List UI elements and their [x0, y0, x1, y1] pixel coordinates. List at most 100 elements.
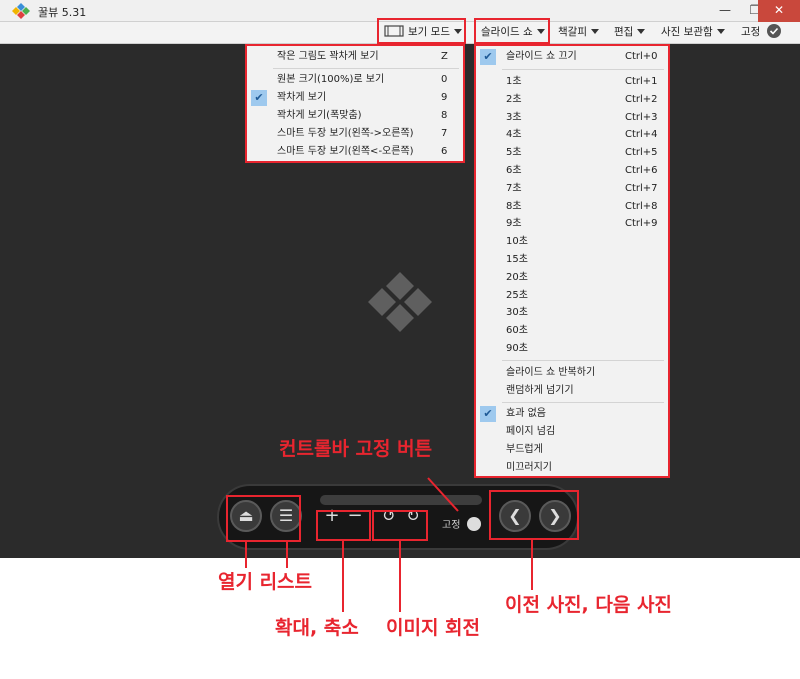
- slideshow-effect-item-label: 미끄러지기: [506, 462, 552, 473]
- slideshow-interval-item-label: 1초: [506, 76, 522, 87]
- slideshow-interval-item[interactable]: 10초: [476, 233, 668, 251]
- open-list-highlight: [226, 495, 301, 542]
- view-mode-dropdown: 작은 그림도 꽉차게 보기 Z 원본 크기(100%)로 보기 0 ✔ 꽉차게 보기 9 꽉차…: [245, 44, 465, 163]
- annotation-prev-next: 이전 사진, 다음 사진: [505, 594, 672, 616]
- zoom-highlight: [316, 510, 371, 541]
- slideshow-interval-item[interactable]: 8초 Ctrl+8: [476, 198, 668, 216]
- checkmark-icon: ✔: [480, 406, 496, 422]
- slideshow-interval-item-shortcut: Ctrl+8: [625, 200, 658, 212]
- slideshow-interval-item-shortcut: Ctrl+7: [625, 182, 658, 194]
- slideshow-interval-item[interactable]: 90초: [476, 340, 668, 358]
- slideshow-interval-item[interactable]: 30초: [476, 304, 668, 322]
- slideshow-interval-item-label: 60초: [506, 325, 528, 337]
- annotation-pin-button: 컨트롤바 고정 버튼: [279, 438, 433, 460]
- slideshow-interval-item-label: 8초: [506, 200, 522, 212]
- annotation-open-list: 열기 리스트: [218, 571, 313, 593]
- pin-toggle[interactable]: [467, 517, 481, 531]
- slideshow-effect-item[interactable]: 페이지 넘김: [476, 423, 668, 441]
- view-mode-item-label: 꽉차게 보기: [277, 92, 327, 103]
- slideshow-interval-item[interactable]: 4초 Ctrl+4: [476, 126, 668, 144]
- view-mode-item[interactable]: 작은 그림도 꽉차게 보기 Z: [247, 48, 463, 66]
- view-mode-item[interactable]: 스마트 두장 보기(왼쪽<-오른쪽) 6: [247, 143, 463, 161]
- view-mode-item-shortcut: 8: [441, 110, 448, 121]
- app-watermark-logo: [368, 272, 432, 332]
- slideshow-repeat-item[interactable]: 슬라이드 쇼 반복하기: [476, 364, 668, 382]
- view-mode-item-shortcut: 7: [441, 128, 448, 139]
- slideshow-interval-item[interactable]: 6초 Ctrl+6: [476, 162, 668, 180]
- menu-edit-label: 편집: [614, 26, 634, 38]
- view-mode-item-shortcut: 9: [441, 92, 448, 103]
- view-mode-item[interactable]: 꽉차게 보기(폭맞춤) 8: [247, 107, 463, 125]
- menu-photo-storage-label: 사진 보관함: [661, 26, 713, 38]
- slideshow-interval-item[interactable]: 5초 Ctrl+5: [476, 144, 668, 162]
- progress-slider[interactable]: [320, 495, 482, 505]
- slideshow-interval-item-label: 15초: [506, 254, 528, 265]
- view-mode-highlight: [377, 18, 466, 44]
- slideshow-random-item-label: 랜덤하게 넘기기: [506, 385, 574, 396]
- slideshow-interval-item[interactable]: 9초 Ctrl+9: [476, 215, 668, 233]
- menu-separator: [502, 69, 664, 70]
- slideshow-interval-item[interactable]: 7초 Ctrl+7: [476, 180, 668, 198]
- slideshow-interval-item-shortcut: Ctrl+1: [625, 76, 658, 87]
- slideshow-interval-item[interactable]: 25초: [476, 287, 668, 305]
- pin-label: 고정: [442, 520, 461, 531]
- slideshow-interval-item[interactable]: 1초 Ctrl+1: [476, 73, 668, 91]
- view-mode-item-label: 원본 크기(100%)로 보기: [277, 74, 385, 85]
- check-circle-icon: [766, 24, 781, 38]
- menu-separator: [502, 402, 664, 403]
- slideshow-interval-item-label: 6초: [506, 165, 522, 176]
- slideshow-effect-item-label: 효과 없음: [506, 408, 546, 419]
- minimize-button[interactable]: —: [710, 0, 740, 22]
- slideshow-off-item-label: 슬라이드 쇼 끄기: [506, 51, 577, 62]
- view-mode-item-label: 스마트 두장 보기(왼쪽->오른쪽): [277, 128, 414, 139]
- slideshow-interval-item-label: 10초: [506, 236, 528, 248]
- window-title: 꿀뷰 5.31: [38, 6, 87, 19]
- slideshow-interval-item[interactable]: 15초: [476, 251, 668, 269]
- slideshow-random-item[interactable]: 랜덤하게 넘기기: [476, 382, 668, 400]
- slideshow-interval-item-shortcut: Ctrl+6: [625, 165, 658, 176]
- slideshow-effect-item[interactable]: 부드럽게: [476, 441, 668, 459]
- slideshow-interval-item-label: 90초: [506, 343, 528, 354]
- checkmark-icon: ✔: [480, 49, 496, 65]
- slideshow-interval-item[interactable]: 2초 Ctrl+2: [476, 91, 668, 109]
- view-mode-item-label: 스마트 두장 보기(왼쪽<-오른쪽): [277, 146, 414, 157]
- annotation-rotate: 이미지 회전: [386, 617, 481, 639]
- menu-photo-storage[interactable]: 사진 보관함: [661, 22, 725, 44]
- slideshow-interval-item-shortcut: Ctrl+4: [625, 129, 658, 141]
- slideshow-interval-item[interactable]: 20초: [476, 269, 668, 287]
- slideshow-off-item-shortcut: Ctrl+0: [625, 51, 658, 62]
- slideshow-interval-item-shortcut: Ctrl+2: [625, 93, 658, 105]
- slideshow-dropdown: ✔ 슬라이드 쇼 끄기 Ctrl+0 1초 Ctrl+1 2초 Ctrl+2 3초 Ctrl+3…: [474, 44, 670, 478]
- slideshow-interval-item[interactable]: 60초: [476, 322, 668, 340]
- chevron-down-icon: [590, 29, 599, 34]
- slideshow-off-item[interactable]: ✔ 슬라이드 쇼 끄기 Ctrl+0: [476, 48, 668, 66]
- slideshow-interval-item-label: 7초: [506, 182, 522, 194]
- slideshow-interval-item[interactable]: 3초 Ctrl+3: [476, 109, 668, 127]
- view-mode-item-shortcut: 6: [441, 146, 448, 157]
- view-mode-item-label: 꽉차게 보기(폭맞춤): [277, 110, 362, 121]
- view-mode-item-shortcut: 0: [441, 74, 448, 85]
- slideshow-effect-item[interactable]: ✔ 효과 없음: [476, 405, 668, 423]
- slideshow-interval-item-label: 20초: [506, 271, 528, 283]
- slideshow-interval-item-label: 4초: [506, 129, 522, 141]
- view-mode-item[interactable]: 원본 크기(100%)로 보기 0: [247, 71, 463, 89]
- close-button[interactable]: ✕: [758, 0, 800, 22]
- slideshow-interval-item-shortcut: Ctrl+3: [625, 111, 658, 123]
- menu-pin-label: 고정: [741, 26, 761, 38]
- rotate-highlight: [372, 510, 428, 541]
- view-mode-item[interactable]: ✔ 꽉차게 보기 9: [247, 89, 463, 107]
- slideshow-effect-item[interactable]: 미끄러지기: [476, 459, 668, 477]
- slideshow-effect-item-label: 부드럽게: [506, 444, 543, 455]
- view-mode-item[interactable]: 스마트 두장 보기(왼쪽->오른쪽) 7: [247, 125, 463, 143]
- menu-bar: 보기 모드 슬라이드 쇼 책갈피 편집 사진 보관함 고정: [0, 18, 800, 44]
- app-logo-icon: [12, 3, 30, 19]
- slideshow-effect-item-label: 페이지 넘김: [506, 426, 556, 437]
- chevron-down-icon: [716, 29, 725, 34]
- menu-bookmark[interactable]: 책갈피: [558, 22, 599, 44]
- menu-pin[interactable]: 고정: [741, 22, 781, 44]
- annotation-zoom: 확대, 축소: [275, 617, 359, 639]
- menu-edit[interactable]: 편집: [614, 22, 646, 44]
- slideshow-interval-item-label: 5초: [506, 147, 522, 159]
- slideshow-interval-item-label: 30초: [506, 307, 528, 319]
- slideshow-interval-item-shortcut: Ctrl+5: [625, 147, 658, 159]
